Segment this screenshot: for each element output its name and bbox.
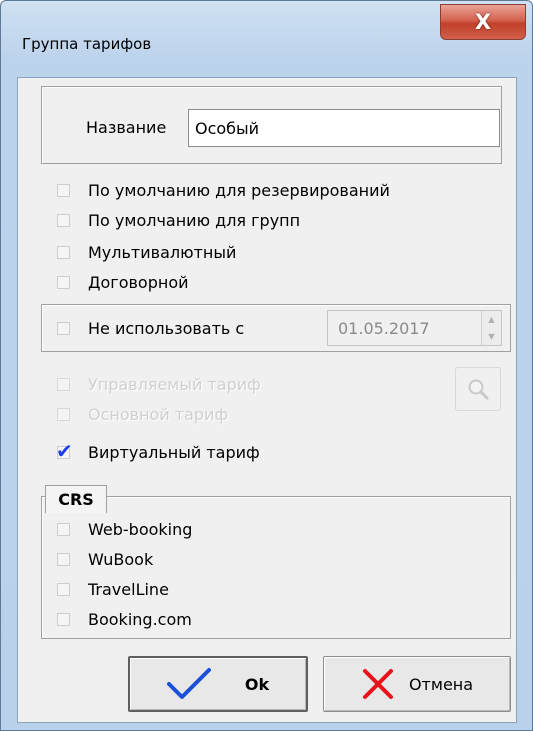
option-default-reservations[interactable]: По умолчанию для резервирований	[57, 179, 390, 201]
checkbox[interactable]	[57, 612, 70, 626]
option-label: Booking.com	[88, 609, 192, 629]
crs-item-web-booking[interactable]: Web-booking	[57, 518, 192, 540]
magnifier-icon	[468, 379, 489, 400]
option-virtual-tariff[interactable]: ✔ Виртуальный тариф	[56, 441, 260, 463]
date-picker[interactable]: 01.05.2017 ▲ ▼	[327, 310, 502, 346]
dialog-client-area: Название По умолчанию для резервирований…	[17, 77, 517, 723]
checkbox[interactable]	[57, 582, 70, 596]
option-multicurrency[interactable]: Мультивалютный	[57, 241, 236, 263]
option-label: Договорной	[88, 272, 189, 292]
crs-item-travelline[interactable]: TravelLine	[57, 578, 169, 600]
crs-item-wubook[interactable]: WuBook	[57, 548, 153, 570]
checkbox-checked[interactable]: ✔	[56, 441, 73, 461]
option-label: Виртуальный тариф	[88, 442, 260, 462]
option-label: TravelLine	[88, 579, 169, 599]
window-title: Группа тарифов	[22, 35, 152, 53]
option-label: Не использовать с	[88, 318, 245, 338]
option-label: Основной тариф	[88, 404, 229, 424]
cross-icon	[362, 669, 393, 699]
option-contract[interactable]: Договорной	[57, 271, 189, 293]
option-label: По умолчанию для резервирований	[88, 180, 390, 200]
close-icon: X	[474, 10, 492, 34]
option-base-tariff[interactable]: Основной тариф	[57, 403, 228, 425]
option-label: Управляемый тариф	[88, 374, 261, 394]
name-label: Название	[86, 118, 167, 137]
checkbox[interactable]	[57, 321, 70, 335]
ok-button[interactable]: Ok	[128, 656, 308, 712]
date-value: 01.05.2017	[338, 319, 430, 338]
cancel-label: Отмена	[408, 674, 474, 694]
checkbox[interactable]	[57, 522, 70, 536]
name-input[interactable]	[188, 109, 500, 147]
checkbox[interactable]	[57, 245, 70, 259]
crs-item-booking-com[interactable]: Booking.com	[57, 608, 192, 630]
checkmark-icon: ✔	[56, 438, 73, 463]
checkmark-icon	[166, 668, 211, 699]
checkbox[interactable]	[57, 377, 70, 391]
spin-up-icon[interactable]: ▲	[481, 311, 501, 328]
checkbox[interactable]	[57, 213, 70, 227]
close-button[interactable]: X	[440, 4, 526, 40]
option-label: Мультивалютный	[88, 242, 237, 262]
checkbox[interactable]	[57, 183, 70, 197]
title-bar: Группа тарифов X	[1, 1, 532, 77]
option-label: Web-booking	[88, 519, 193, 539]
option-label: По умолчанию для групп	[88, 210, 301, 230]
search-button[interactable]	[455, 367, 501, 411]
cancel-button[interactable]: Отмена	[323, 656, 511, 712]
option-managed-tariff[interactable]: Управляемый тариф	[57, 373, 261, 395]
option-not-use-since[interactable]: Не использовать с	[57, 317, 244, 339]
crs-tab: CRS	[45, 485, 107, 513]
spin-down-icon[interactable]: ▼	[481, 328, 501, 345]
ok-label: Ok	[244, 674, 270, 694]
checkbox[interactable]	[57, 552, 70, 566]
option-default-groups[interactable]: По умолчанию для групп	[57, 209, 300, 231]
option-label: WuBook	[88, 549, 154, 569]
checkbox[interactable]	[57, 275, 70, 289]
dialog-window: Группа тарифов X Название По умолчанию д…	[0, 0, 533, 731]
checkbox[interactable]	[57, 407, 70, 421]
